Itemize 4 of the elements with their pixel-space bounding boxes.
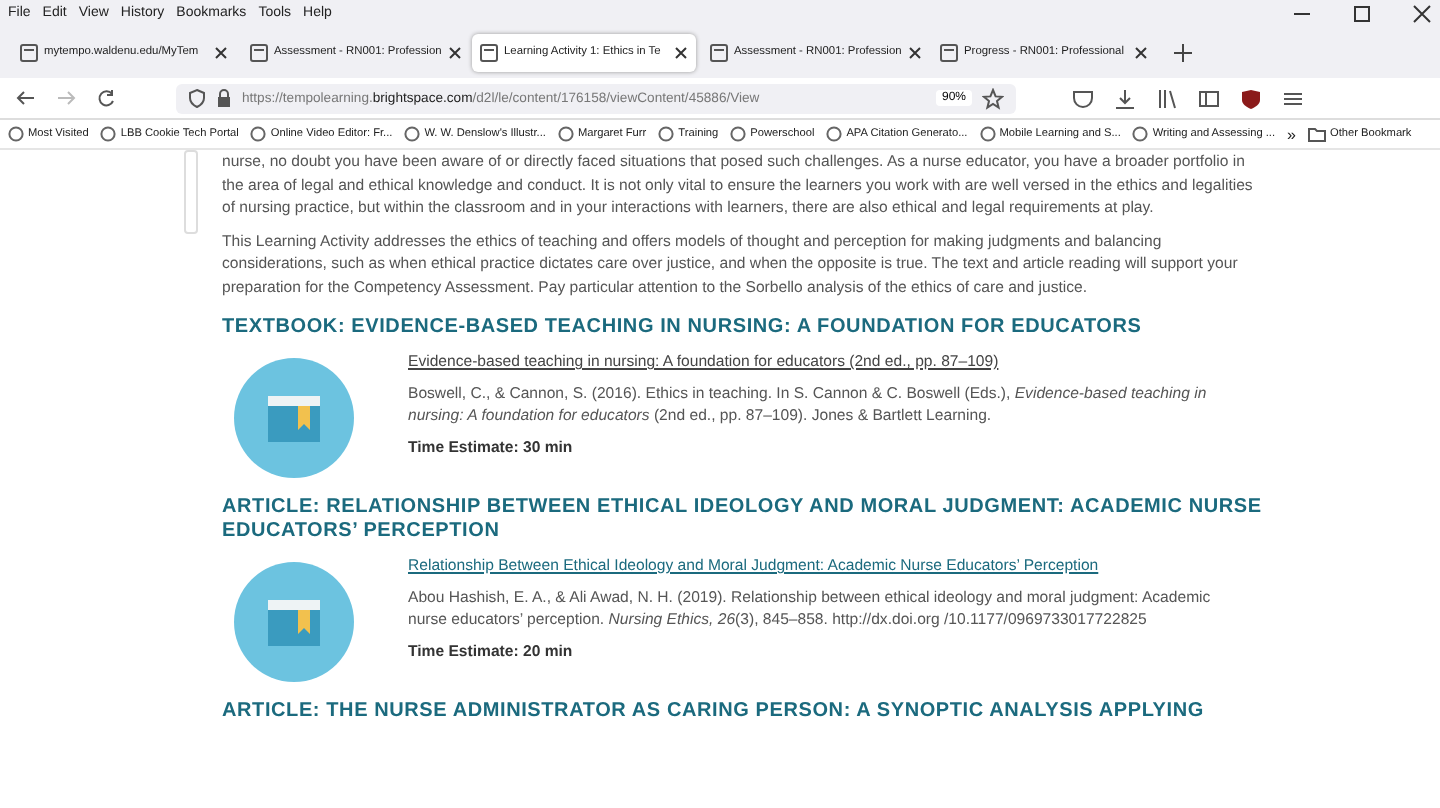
section-heading: TEXTBOOK: EVIDENCE-BASED TEACHING IN NURSING: A FOUNDATION FOR EDUCATORS (222, 316, 1144, 340)
more-bookmarks-button[interactable]: » (1287, 125, 1296, 143)
section-heading: ARTICLE: THE NURSE ADMINISTRATOR AS CARING PERSON: A SYNOPTIC ANALYSIS APPLYING (222, 700, 1206, 724)
section-heading: ARTICLE: RELATIONSHIP BETWEEN ETHICAL IDEOLOGY AND MORAL JUDGMENT: ACADEMIC NURSE EDUCATORS’ PERCEPTION (222, 496, 1262, 544)
